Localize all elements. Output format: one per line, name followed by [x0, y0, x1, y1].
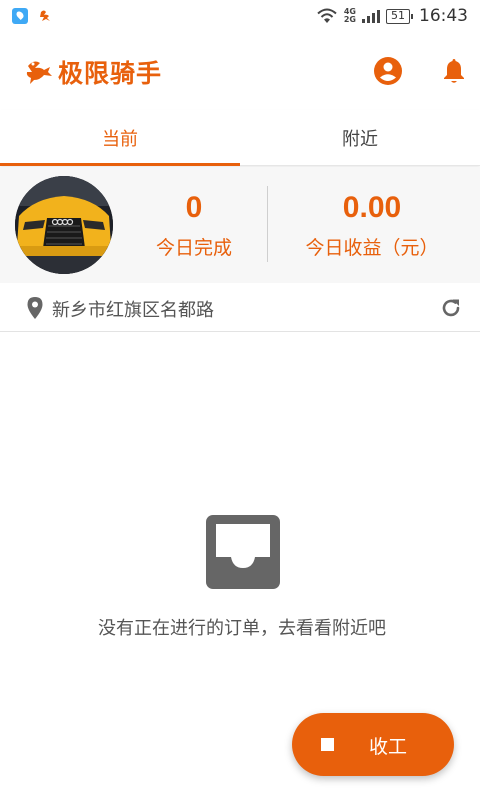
tab-nearby[interactable]: 附近: [240, 110, 480, 165]
brand-logo: 极限骑手: [24, 54, 162, 90]
inbox-tray-icon: [206, 515, 280, 589]
stats-divider: [267, 186, 268, 262]
today-earnings-label: 今日收益（元）: [305, 237, 439, 259]
status-bar-notifications: [12, 8, 52, 24]
stop-square-icon: [321, 738, 334, 751]
finish-work-button[interactable]: 收工: [292, 713, 454, 776]
today-completed: 0 今日完成: [124, 189, 264, 260]
wifi-icon: [317, 8, 337, 23]
status-bar: 4G 2G 51 16:43: [0, 0, 480, 34]
status-time: 16:43: [419, 6, 468, 26]
finish-work-label: 收工: [369, 736, 408, 758]
avatar[interactable]: [15, 176, 113, 274]
battery-icon: 51: [386, 8, 413, 24]
tab-bar: 当前 附近: [0, 110, 480, 166]
today-completed-label: 今日完成: [155, 237, 232, 259]
today-earnings: 0.00 今日收益（元）: [270, 189, 474, 260]
current-address: 新乡市红旗区名都路: [52, 300, 214, 321]
app-bar: 极限骑手: [0, 34, 480, 110]
location-bar: 新乡市红旗区名都路: [0, 284, 480, 332]
battery-level: 51: [391, 8, 405, 22]
stats-panel: 0 今日完成 0.00 今日收益（元）: [0, 167, 480, 283]
account-circle-icon[interactable]: [373, 56, 403, 86]
status-bar-system: 4G 2G 51 16:43: [316, 6, 468, 26]
rider-logo-icon: [40, 10, 50, 21]
refresh-icon[interactable]: [439, 296, 463, 320]
empty-state-message: 没有正在进行的订单，去看看附近吧: [98, 618, 386, 639]
map-pin-app-icon: [12, 8, 28, 24]
today-completed-value: 0: [185, 191, 203, 224]
rider-logo-icon: [26, 61, 52, 84]
location-pin-icon: [27, 297, 43, 319]
network-type-bottom: 2G: [343, 15, 356, 24]
app-title: 极限骑手: [58, 59, 163, 88]
car-avatar-image: [15, 176, 113, 274]
bell-icon[interactable]: [439, 56, 469, 86]
network-type: 4G 2G: [344, 8, 356, 24]
tab-current[interactable]: 当前: [0, 110, 240, 166]
today-earnings-value: 0.00: [342, 191, 402, 224]
signal-icon: [362, 9, 380, 23]
